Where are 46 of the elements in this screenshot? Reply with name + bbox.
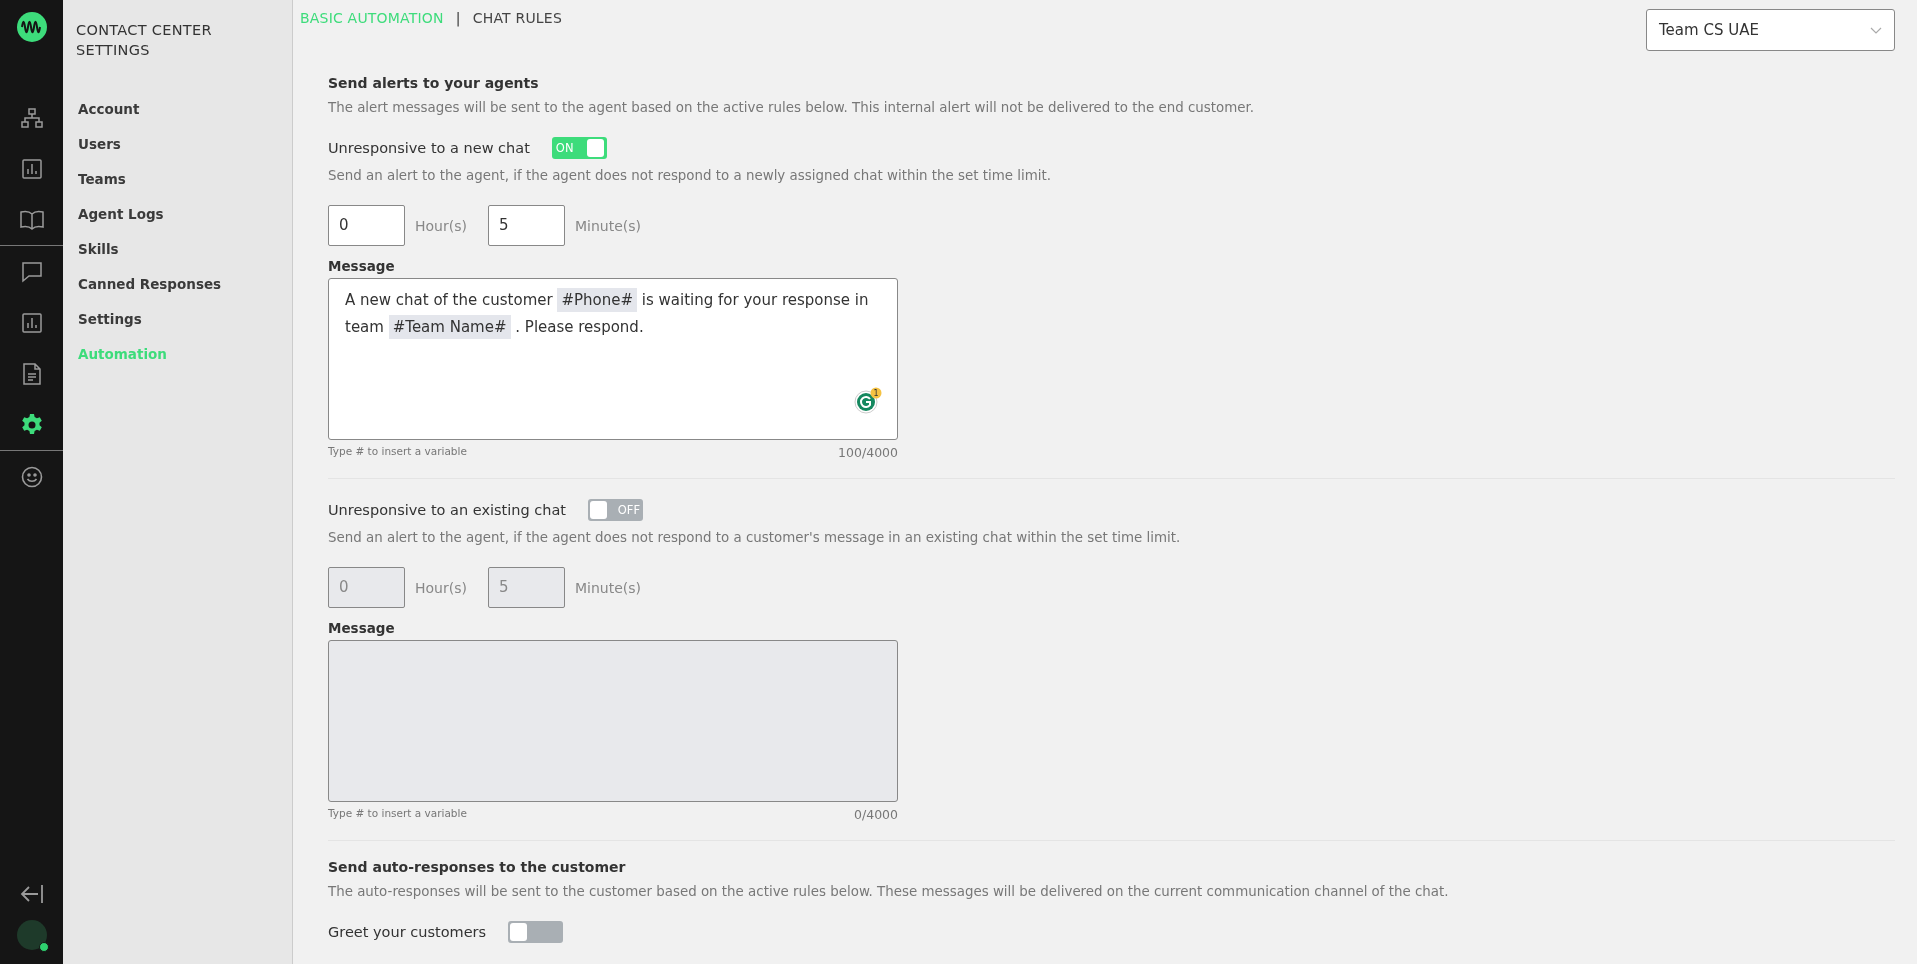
book-icon[interactable] xyxy=(19,209,44,230)
unit-label: Minute(s) xyxy=(574,217,641,234)
rule-label: Greet your customers xyxy=(328,924,487,940)
rule-label: Unresponsive to an existing chat xyxy=(328,502,566,518)
breadcrumb-separator: | xyxy=(455,10,461,26)
section-heading: Send auto-responses to the customer xyxy=(328,859,627,875)
field-label: Message xyxy=(328,620,396,636)
chevron-down-icon xyxy=(1870,26,1882,34)
sidebar-item[interactable]: Skills xyxy=(78,238,292,261)
sidebar-item[interactable]: Users xyxy=(78,133,292,156)
sidebar-item[interactable]: Canned Responses xyxy=(78,273,292,296)
message-textarea[interactable]: A new chat of the customer #Phone# is waiting for your response in team #Team Name# . Please respond. 1 xyxy=(328,278,898,440)
section-heading: Send alerts to your agents xyxy=(328,75,540,91)
sidebar-item[interactable]: Account xyxy=(78,98,292,121)
character-count: 0/4000 xyxy=(854,807,898,822)
hint-text: Type # to insert a variable xyxy=(328,445,467,459)
hierarchy-icon[interactable] xyxy=(20,106,43,129)
sidebar-item[interactable]: Teams xyxy=(78,168,292,191)
rule-label: Unresponsive to a new chat xyxy=(328,140,530,156)
character-count: 100/4000 xyxy=(838,445,898,460)
sidebar-title: CONTACT CENTER SETTINGS xyxy=(76,21,213,60)
logout-icon[interactable] xyxy=(19,884,44,904)
toggle-switch[interactable] xyxy=(508,921,564,943)
hours-field[interactable]: 0 xyxy=(328,205,405,246)
rule-description: Send an alert to the agent, if the agent does not respond to a customer's message in an existing chat within the set time limit. xyxy=(328,529,1182,547)
settings-icon[interactable] xyxy=(19,412,44,437)
logo-icon[interactable] xyxy=(16,12,47,42)
unit-label: Minute(s) xyxy=(574,579,641,596)
team-dropdown[interactable]: Team CS UAE xyxy=(1646,9,1895,51)
unit-label: Hour(s) xyxy=(415,217,467,234)
hint-text: Type # to insert a variable xyxy=(328,807,467,821)
minutes-field[interactable]: 5 xyxy=(487,205,565,246)
sidebar-item[interactable]: Agent Logs xyxy=(78,203,292,226)
section-description: The alert messages will be sent to the agent based on the active rules below. This internal alert will not be delivered to the end customer. xyxy=(328,99,1256,117)
smiley-icon[interactable] xyxy=(20,465,43,488)
unit-label: Hour(s) xyxy=(415,579,467,596)
field-label: Message xyxy=(328,258,396,274)
user-avatar[interactable] xyxy=(16,920,47,950)
breadcrumb-current: CHAT RULES xyxy=(472,10,562,26)
bar-chart-icon[interactable] xyxy=(21,312,42,333)
document-icon[interactable] xyxy=(22,362,41,385)
chat-icon[interactable] xyxy=(20,260,43,283)
bar-chart-icon[interactable] xyxy=(21,158,42,179)
section-description: The auto-responses will be sent to the customer based on the active rules below. These messages will be delivered on the current communication channel of the chat. xyxy=(328,883,1450,901)
rule-description: Send an alert to the agent, if the agent does not respond to a newly assigned chat within the set time limit. xyxy=(328,167,1052,185)
sidebar-item[interactable]: Settings xyxy=(78,308,292,331)
